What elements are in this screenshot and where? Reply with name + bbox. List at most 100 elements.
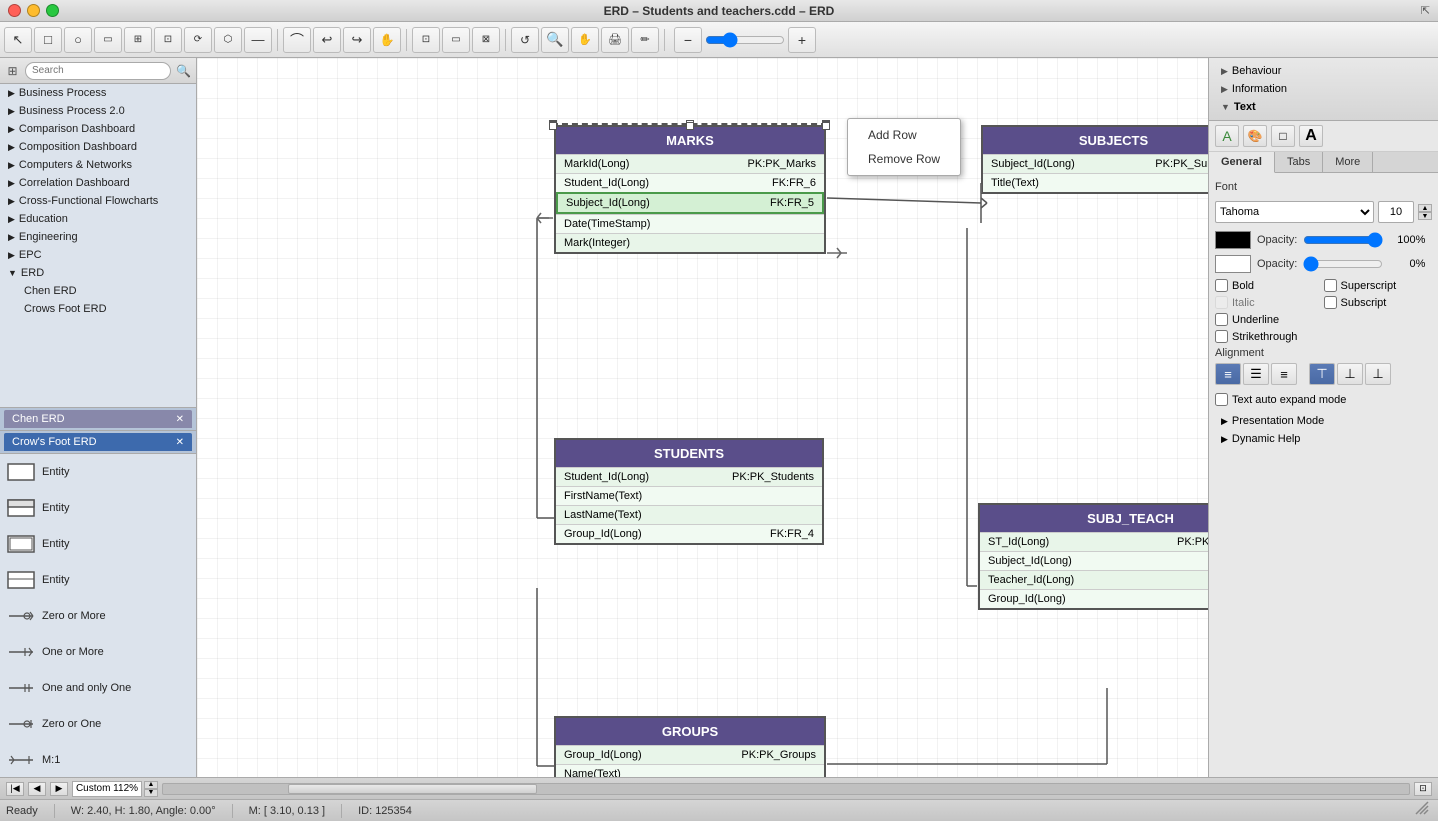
sidebar-item-cross-functional[interactable]: ▶ Cross-Functional Flowcharts [0, 192, 196, 210]
nav-next-btn[interactable]: ▶ [50, 782, 68, 796]
dynamic-help-item[interactable]: ▶ Dynamic Help [1215, 430, 1432, 448]
shape-one-or-more[interactable]: One or More [0, 634, 196, 670]
tab-tabs[interactable]: Tabs [1275, 152, 1323, 172]
window-controls[interactable] [8, 4, 59, 17]
align-center-btn[interactable]: ☰ [1243, 363, 1269, 385]
font-family-select[interactable]: Tahoma Arial Times New Roman [1215, 201, 1374, 223]
undo-tool[interactable]: ↩ [313, 27, 341, 53]
table-tool[interactable]: ⊞ [124, 27, 152, 53]
nav-first-btn[interactable]: |◀ [6, 782, 24, 796]
grid-tool[interactable]: ⊡ [154, 27, 182, 53]
sidebar-menu-icon[interactable]: ⊞ [4, 61, 21, 81]
shape-entity-1[interactable]: Entity [0, 454, 196, 490]
table-row[interactable]: ST_Id(Long) PK:PK_Subj_Teach [980, 532, 1208, 551]
align-right-btn[interactable]: ≡ [1271, 363, 1297, 385]
table-row[interactable]: Group_Id(Long) PK:PK_Groups [556, 745, 824, 764]
font-size-spinner[interactable]: ▲ ▼ [1418, 204, 1432, 220]
select-tool[interactable]: ↖ [4, 27, 32, 53]
sidebar-item-erd[interactable]: ▼ ERD [0, 264, 196, 282]
ellipse-tool[interactable]: ○ [64, 27, 92, 53]
zoom-fit-tool[interactable]: ⊡ [412, 27, 440, 53]
shape-m1-a[interactable]: M:1 [0, 742, 196, 777]
zoom-value-input[interactable] [72, 781, 142, 797]
align-bottom-btn[interactable]: ⊥ [1365, 363, 1391, 385]
underline-checkbox[interactable] [1215, 313, 1228, 326]
zoom-page-tool[interactable]: ▭ [442, 27, 470, 53]
subscript-checkbox[interactable] [1324, 296, 1337, 309]
canvas-area[interactable]: MARKS MarkId(Long) PK:PK_Marks Student_I… [197, 58, 1208, 777]
text-tool[interactable]: ▭ [94, 27, 122, 53]
table-row[interactable]: Date(TimeStamp) [556, 214, 824, 233]
table-subj-teach[interactable]: SUBJ_TEACH ST_Id(Long) PK:PK_Subj_Teach … [978, 503, 1208, 610]
hand-tool[interactable]: ✋ [571, 27, 599, 53]
maximize-button[interactable] [46, 4, 59, 17]
opacity-slider-1[interactable] [1303, 232, 1383, 248]
table-row[interactable]: FirstName(Text) [556, 486, 822, 505]
tab-general[interactable]: General [1209, 152, 1275, 173]
table-students[interactable]: STUDENTS Student_Id(Long) PK:PK_Students… [554, 438, 824, 545]
table-row[interactable]: Subject_Id(Long) PK:PK_Subjects [983, 154, 1208, 173]
sidebar-search-input[interactable] [25, 62, 171, 80]
table-subjects[interactable]: SUBJECTS Subject_Id(Long) PK:PK_Subjects… [981, 125, 1208, 194]
refresh-tool[interactable]: ↺ [511, 27, 539, 53]
redo-tool[interactable]: ↪ [343, 27, 371, 53]
sidebar-item-correlation[interactable]: ▶ Correlation Dashboard [0, 174, 196, 192]
text-color-swatch[interactable] [1215, 231, 1251, 249]
align-left-btn[interactable]: ≡ [1215, 363, 1241, 385]
sidebar-item-engineering[interactable]: ▶ Engineering [0, 228, 196, 246]
curve-tool[interactable]: ⌒ [283, 27, 311, 53]
page-fit-btn[interactable]: ⊡ [1414, 782, 1432, 796]
sidebar-search-btn[interactable]: 🔍 [175, 61, 192, 81]
information-section[interactable]: ▶ Information [1215, 80, 1432, 98]
font-size-input[interactable]: 10 [1378, 201, 1414, 223]
sidebar-item-crows-foot-erd[interactable]: Crows Foot ERD [0, 300, 196, 318]
align-top-btn[interactable]: ⊤ [1309, 363, 1335, 385]
bold-checkbox[interactable] [1215, 279, 1228, 292]
nav-prev-btn[interactable]: ◀ [28, 782, 46, 796]
zoom-slider[interactable] [705, 34, 785, 46]
zoom-up-btn[interactable]: ▲ [144, 781, 158, 789]
sidebar-item-computers-networks[interactable]: ▶ Computers & Networks [0, 156, 196, 174]
opacity-slider-2[interactable] [1303, 256, 1383, 272]
text-color-btn[interactable]: A [1215, 125, 1239, 147]
table-row[interactable]: Group_Id(Long) FK:FR_4 [556, 524, 822, 543]
presentation-mode-item[interactable]: ▶ Presentation Mode [1215, 412, 1432, 430]
italic-checkbox[interactable] [1215, 296, 1228, 309]
tab-crows-foot-erd[interactable]: Crow's Foot ERD ✕ [4, 433, 192, 451]
table-row[interactable]: Name(Text) [556, 764, 824, 777]
pan-tool[interactable]: ✋ [373, 27, 401, 53]
table-row[interactable]: MarkId(Long) PK:PK_Marks [556, 154, 824, 173]
tab-close-icon[interactable]: ✕ [176, 414, 184, 425]
shape-tool[interactable]: ⬡ [214, 27, 242, 53]
zoom-out-btn[interactable]: − [674, 27, 702, 53]
shape-entity-2[interactable]: Entity [0, 490, 196, 526]
table-row[interactable]: Student_Id(Long) PK:PK_Students [556, 467, 822, 486]
zoom-in-btn[interactable]: + [788, 27, 816, 53]
highlight-btn[interactable]: 🎨 [1243, 125, 1267, 147]
zoom-out-tool[interactable]: 🔍 [541, 27, 569, 53]
shape-zero-or-one[interactable]: Zero or One [0, 706, 196, 742]
pen-tool[interactable]: ✏ [631, 27, 659, 53]
font-size-down[interactable]: ▼ [1418, 212, 1432, 220]
superscript-checkbox[interactable] [1324, 279, 1337, 292]
table-row[interactable]: Subject_Id(Long) FK:FR_3 [980, 551, 1208, 570]
sidebar-item-comparison[interactable]: ▶ Comparison Dashboard [0, 120, 196, 138]
tab-close-icon[interactable]: ✕ [176, 437, 184, 448]
tab-chen-erd[interactable]: Chen ERD ✕ [4, 410, 192, 428]
sidebar-item-epc[interactable]: ▶ EPC [0, 246, 196, 264]
align-middle-btn[interactable]: ⊥ [1337, 363, 1363, 385]
line-tool[interactable]: — [244, 27, 272, 53]
context-menu-remove-row[interactable]: Remove Row [848, 147, 960, 171]
text-auto-expand-checkbox[interactable] [1215, 393, 1228, 406]
scroll-thumb[interactable] [288, 784, 537, 794]
strikethrough-checkbox[interactable] [1215, 330, 1228, 343]
print-tool[interactable]: 🖨 [601, 27, 629, 53]
table-row[interactable]: Title(Text) [983, 173, 1208, 192]
table-row[interactable]: Mark(Integer) [556, 233, 824, 252]
table-groups[interactable]: GROUPS Group_Id(Long) PK:PK_Groups Name(… [554, 716, 826, 777]
table-marks[interactable]: MARKS MarkId(Long) PK:PK_Marks Student_I… [554, 125, 826, 254]
behaviour-section[interactable]: ▶ Behaviour [1215, 62, 1432, 80]
bg-color-swatch[interactable] [1215, 255, 1251, 273]
table-row[interactable]: Teacher_Id(Long) FK:FR_2 [980, 570, 1208, 589]
zoom-spinner[interactable]: ▲ ▼ [144, 781, 158, 797]
